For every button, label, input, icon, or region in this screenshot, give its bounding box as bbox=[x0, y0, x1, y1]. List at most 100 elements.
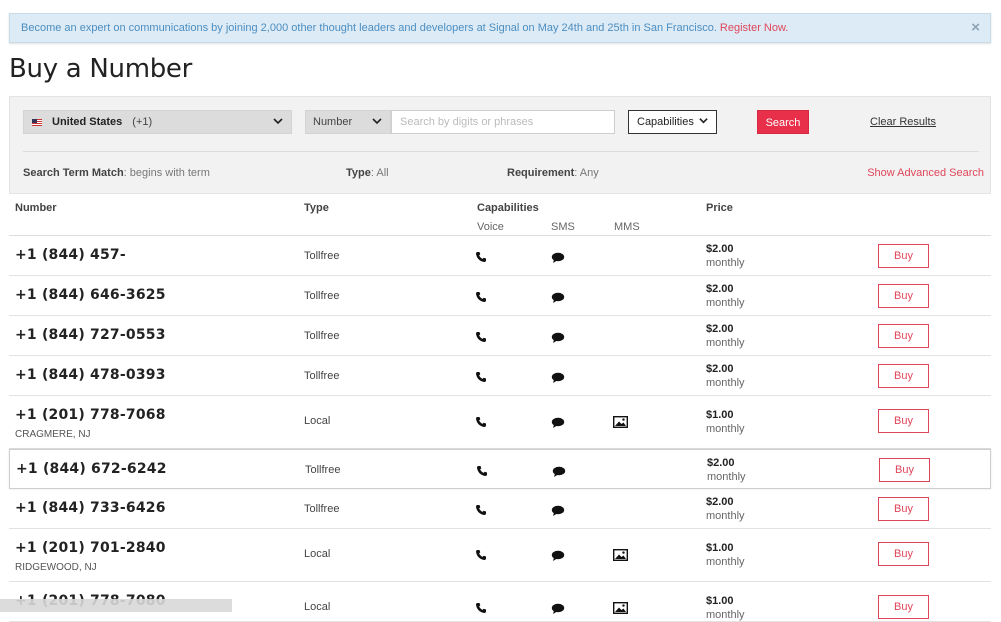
number-type: Tollfree bbox=[305, 464, 341, 476]
price: $1.00 monthly bbox=[706, 541, 745, 569]
chat-bubble-icon bbox=[551, 416, 565, 428]
filter-type-value: : All bbox=[370, 167, 389, 179]
phone-icon bbox=[476, 464, 490, 476]
capabilities-dropdown[interactable]: Capabilities bbox=[628, 110, 717, 134]
price-amount: $1.00 bbox=[706, 409, 734, 421]
table-row: +1 (844) 457- Tollfree $2.00 monthly Buy bbox=[9, 236, 991, 276]
price-amount: $2.00 bbox=[706, 323, 734, 335]
chat-bubble-icon bbox=[551, 371, 565, 383]
price: $2.00 monthly bbox=[706, 495, 745, 523]
phone-icon bbox=[475, 290, 489, 302]
close-icon[interactable]: × bbox=[971, 19, 980, 36]
phone-icon bbox=[475, 601, 489, 613]
number-type: Local bbox=[304, 415, 331, 427]
phone-number: +1 (201) 778-7068 bbox=[15, 407, 166, 423]
search-type-select[interactable]: Number bbox=[305, 110, 391, 134]
table-row: +1 (844) 733-6426 Tollfree $2.00 monthly… bbox=[9, 489, 991, 529]
price-amount: $2.00 bbox=[706, 283, 734, 295]
buy-button[interactable]: Buy bbox=[878, 244, 929, 268]
page-title: Buy a Number bbox=[9, 54, 193, 84]
header-voice: Voice bbox=[477, 221, 504, 233]
chat-bubble-icon bbox=[551, 251, 565, 263]
chat-bubble-icon bbox=[551, 331, 565, 343]
phone-number: +1 (844) 646-3625 bbox=[15, 287, 166, 303]
header-type: Type bbox=[304, 202, 329, 214]
us-flag-icon bbox=[32, 118, 42, 126]
price-period: monthly bbox=[706, 609, 745, 621]
price: $2.00 monthly bbox=[706, 362, 745, 390]
show-advanced-search-link[interactable]: Show Advanced Search bbox=[867, 167, 984, 179]
table-header: Number Type Capabilities Price Voice SMS… bbox=[9, 194, 991, 236]
buy-button[interactable]: Buy bbox=[878, 364, 929, 388]
buy-button[interactable]: Buy bbox=[878, 542, 929, 566]
price-period: monthly bbox=[706, 257, 745, 269]
filter-match: Search Term Match: begins with term bbox=[23, 167, 210, 179]
search-button[interactable]: Search bbox=[757, 110, 809, 134]
number-type: Local bbox=[304, 548, 331, 560]
number-type: Local bbox=[304, 601, 331, 613]
phone-number: +1 (844) 457- bbox=[15, 247, 126, 263]
price: $1.00 monthly bbox=[706, 594, 745, 622]
price: $1.00 monthly bbox=[706, 408, 745, 436]
city-label: CRAGMERE, NJ bbox=[15, 429, 91, 440]
phone-number: +1 (201) 701-2840 bbox=[15, 540, 166, 556]
buy-button[interactable]: Buy bbox=[878, 324, 929, 348]
price: $2.00 monthly bbox=[707, 456, 746, 484]
phone-icon bbox=[475, 250, 489, 262]
capabilities-label: Capabilities bbox=[637, 116, 694, 128]
filter-requirement: Requirement: Any bbox=[507, 167, 599, 179]
number-type: Tollfree bbox=[304, 290, 340, 302]
filter-type-label: Type bbox=[346, 167, 371, 179]
image-icon bbox=[612, 548, 629, 562]
header-sms: SMS bbox=[551, 221, 575, 233]
chat-bubble-icon bbox=[551, 504, 565, 516]
number-type: Tollfree bbox=[304, 503, 340, 515]
chat-bubble-icon bbox=[551, 549, 565, 561]
table-row: +1 (201) 701-2840 RIDGEWOOD, NJ Local $1… bbox=[9, 529, 991, 582]
filter-match-value: : begins with term bbox=[123, 167, 210, 179]
phone-icon bbox=[475, 370, 489, 382]
table-row: +1 (844) 672-6242 Tollfree $2.00 monthly… bbox=[9, 449, 991, 489]
image-icon bbox=[612, 415, 629, 429]
price-period: monthly bbox=[706, 423, 745, 435]
chevron-down-icon bbox=[372, 116, 382, 129]
city-label: RIDGEWOOD, NJ bbox=[15, 562, 97, 573]
buy-button[interactable]: Buy bbox=[878, 497, 929, 521]
price-period: monthly bbox=[706, 377, 745, 389]
divider bbox=[23, 151, 979, 152]
phone-number: +1 (844) 672-6242 bbox=[16, 461, 167, 477]
banner-text: Become an expert on communications by jo… bbox=[21, 22, 717, 34]
phone-number: +1 (844) 478-0393 bbox=[15, 367, 166, 383]
chat-bubble-icon bbox=[551, 602, 565, 614]
phone-icon bbox=[475, 415, 489, 427]
header-price: Price bbox=[706, 202, 733, 214]
clear-results-link[interactable]: Clear Results bbox=[870, 116, 936, 128]
promo-banner: Become an expert on communications by jo… bbox=[9, 13, 991, 43]
price-amount: $2.00 bbox=[706, 496, 734, 508]
number-type: Tollfree bbox=[304, 370, 340, 382]
buy-button[interactable]: Buy bbox=[878, 595, 929, 619]
header-mms: MMS bbox=[614, 221, 640, 233]
chevron-down-icon bbox=[699, 116, 708, 128]
price-period: monthly bbox=[706, 556, 745, 568]
buy-button[interactable]: Buy bbox=[878, 409, 929, 433]
price-period: monthly bbox=[706, 297, 745, 309]
table-row: +1 (844) 727-0553 Tollfree $2.00 monthly… bbox=[9, 316, 991, 356]
country-code: (+1) bbox=[132, 116, 153, 128]
buy-button[interactable]: Buy bbox=[878, 284, 929, 308]
phone-icon bbox=[475, 330, 489, 342]
price: $2.00 monthly bbox=[706, 322, 745, 350]
horizontal-scrollbar[interactable] bbox=[0, 599, 232, 612]
search-input[interactable]: Search by digits or phrases bbox=[391, 110, 615, 134]
image-icon bbox=[612, 601, 629, 615]
price: $2.00 monthly bbox=[706, 282, 745, 310]
price-amount: $2.00 bbox=[707, 457, 735, 469]
chevron-down-icon bbox=[273, 116, 283, 129]
header-number: Number bbox=[15, 202, 57, 214]
table-row: +1 (201) 778-7068 CRAGMERE, NJ Local $1.… bbox=[9, 396, 991, 449]
number-type: Tollfree bbox=[304, 250, 340, 262]
register-link[interactable]: Register Now. bbox=[720, 22, 788, 34]
country-select[interactable]: United States (+1) bbox=[23, 110, 292, 134]
price-amount: $2.00 bbox=[706, 363, 734, 375]
buy-button[interactable]: Buy bbox=[879, 458, 930, 482]
